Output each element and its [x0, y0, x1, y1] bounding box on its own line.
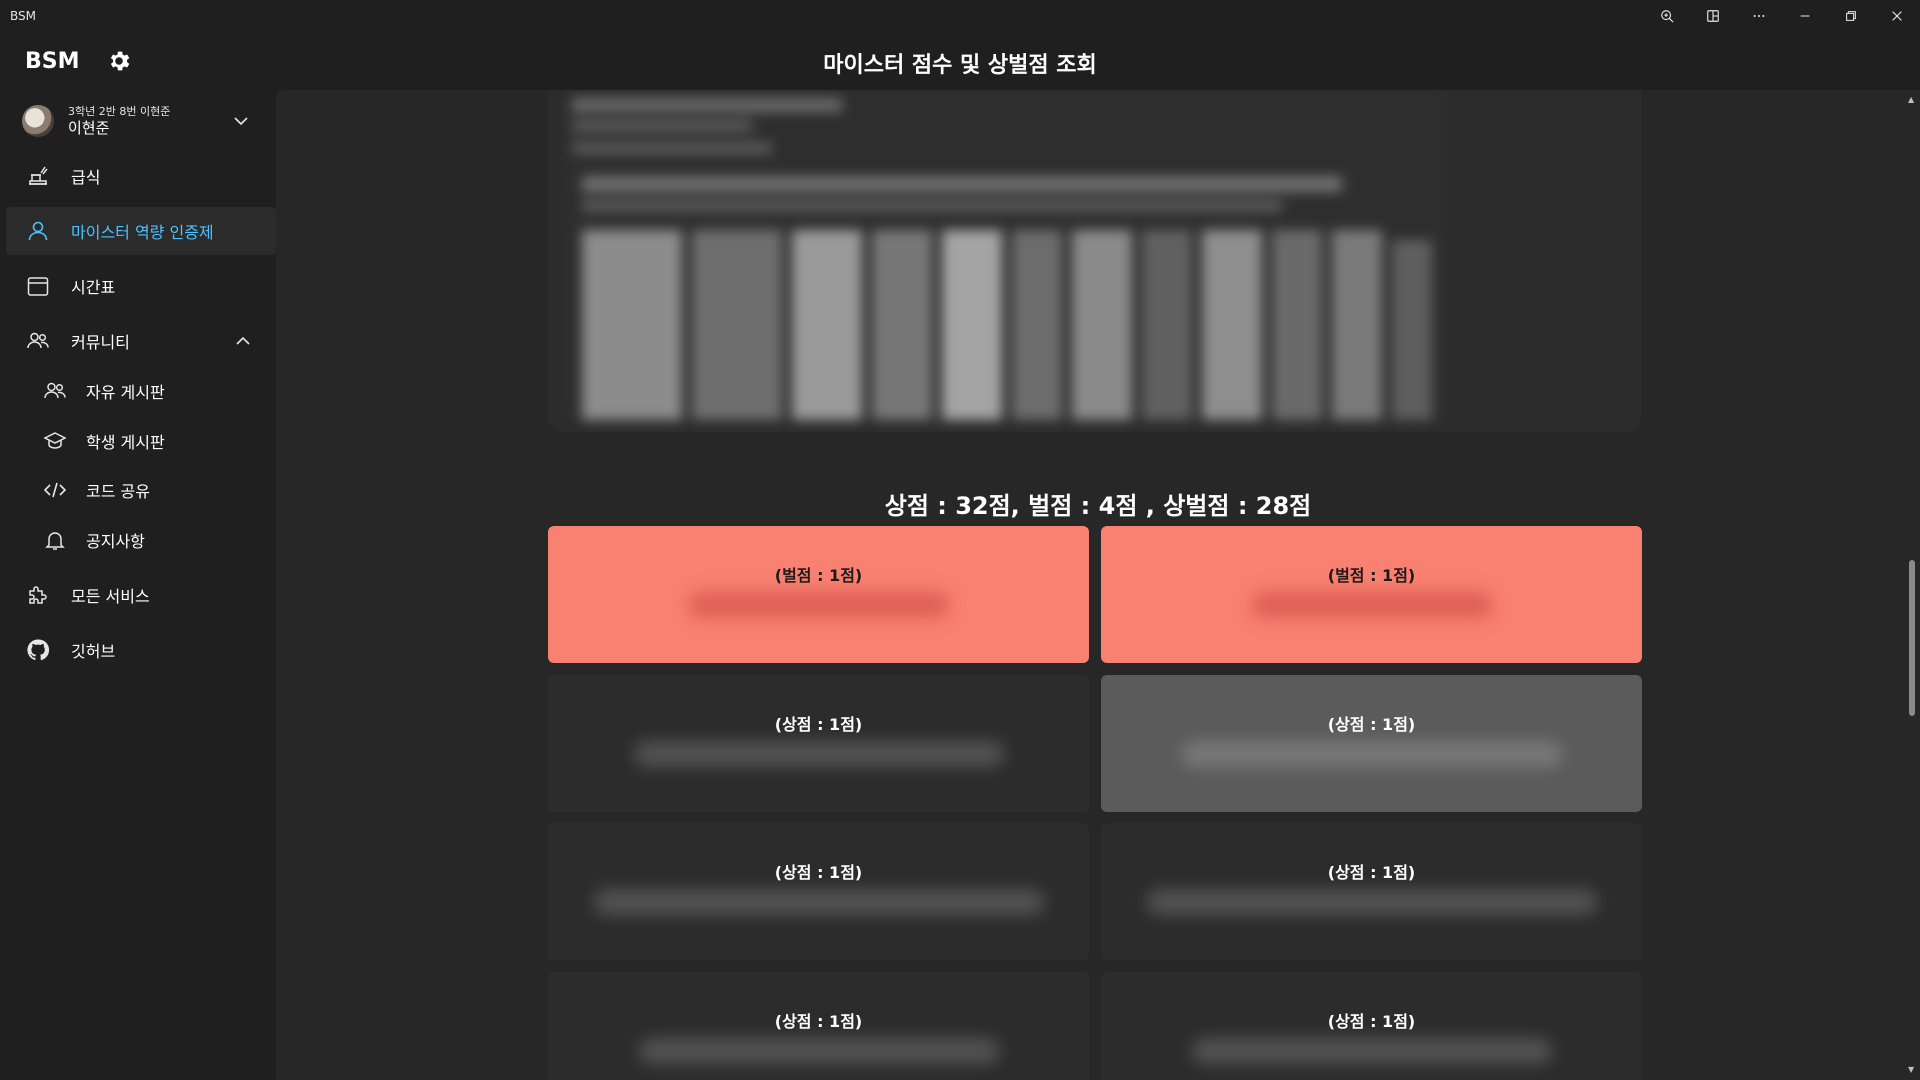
close-icon[interactable]	[1874, 0, 1920, 32]
point-card[interactable]: (벌점 : 1점)	[548, 526, 1089, 663]
point-card-title: (상점 : 1점)	[1327, 863, 1416, 882]
point-card[interactable]: (상점 : 1점)	[548, 972, 1089, 1080]
sidebar-item-label: 시간표	[71, 278, 116, 297]
restore-icon[interactable]	[1828, 0, 1874, 32]
point-card-title: (상점 : 1점)	[1327, 1012, 1416, 1031]
app-header: BSM 마이스터 점수 및 상벌점 조회	[0, 32, 1920, 90]
sidebar-item-label: 커뮤니티	[71, 333, 130, 352]
people-icon	[25, 328, 51, 354]
scroll-thumb[interactable]	[1909, 560, 1915, 716]
chevron-up-icon[interactable]	[234, 332, 252, 350]
point-card[interactable]: (상점 : 1점)	[1101, 972, 1642, 1080]
sidebar-item-timetable[interactable]: 시간표	[6, 262, 276, 310]
main-content: 상점 : 32점, 벌점 : 4점 , 상벌점 : 28점 (벌점 : 1점) …	[276, 90, 1920, 1080]
sidebar-item-free-board[interactable]: 자유 게시판	[6, 367, 276, 415]
profile-name: 이현준	[68, 119, 110, 137]
score-summary: 상점 : 32점, 벌점 : 4점 , 상벌점 : 28점	[884, 492, 1312, 520]
sidebar-item-meal[interactable]: 급식	[6, 152, 276, 200]
code-icon	[42, 477, 68, 503]
blurred-reason	[1146, 889, 1597, 915]
chevron-down-icon[interactable]	[232, 112, 250, 130]
people-icon	[42, 378, 68, 404]
point-card[interactable]: (상점 : 1점)	[548, 675, 1089, 812]
blurred-reason	[1181, 741, 1562, 767]
sidebar-item-label: 마이스터 역량 인증제	[71, 223, 214, 242]
vertical-scrollbar[interactable]: ▲ ▼	[1904, 90, 1920, 1080]
point-card-title: (상점 : 1점)	[774, 715, 863, 734]
person-icon	[25, 218, 51, 244]
point-card-title: (상점 : 1점)	[1327, 715, 1416, 734]
sidebar-item-label: 코드 공유	[86, 482, 150, 501]
sidebar-item-community[interactable]: 커뮤니티	[6, 317, 276, 365]
blurred-reason	[688, 592, 949, 618]
page-title: 마이스터 점수 및 상벌점 조회	[823, 53, 1097, 78]
window-titlebar: BSM	[0, 0, 1920, 32]
avatar	[22, 105, 54, 137]
blurred-reason	[638, 1038, 999, 1064]
sidebar-item-label: 공지사항	[86, 532, 145, 551]
point-card-title: (벌점 : 1점)	[1327, 566, 1416, 585]
window-title: BSM	[10, 9, 36, 23]
sidebar-item-label: 모든 서비스	[71, 587, 150, 606]
snap-icon[interactable]	[1690, 0, 1736, 32]
blurred-reason	[1191, 1038, 1552, 1064]
blurred-reason	[593, 889, 1044, 915]
profile-subtitle: 3학년 2반 8번 이현준	[68, 105, 171, 118]
calendar-icon	[25, 273, 51, 299]
blurred-reason	[633, 741, 1004, 767]
sidebar-item-github[interactable]: 깃허브	[6, 626, 276, 674]
point-card-title: (벌점 : 1점)	[774, 566, 863, 585]
more-icon[interactable]	[1736, 0, 1782, 32]
sidebar-item-notice[interactable]: 공지사항	[6, 516, 276, 564]
window-controls	[1644, 0, 1920, 32]
sidebar-item-student-board[interactable]: 학생 게시판	[6, 417, 276, 465]
sidebar-item-label: 학생 게시판	[86, 433, 165, 452]
scroll-up-arrow[interactable]: ▲	[1908, 96, 1916, 104]
zoom-icon[interactable]	[1644, 0, 1690, 32]
point-card[interactable]: (벌점 : 1점)	[1101, 526, 1642, 663]
sidebar-item-all-services[interactable]: 모든 서비스	[6, 571, 276, 619]
sidebar-item-label: 깃허브	[71, 642, 116, 661]
graduation-cap-icon	[42, 428, 68, 454]
blurred-reason	[1251, 592, 1492, 618]
sidebar: 3학년 2반 8번 이현준 이현준 급식 마이스터 역량 인증제 시간표 커뮤니…	[0, 90, 276, 1080]
sidebar-item-label: 급식	[71, 168, 101, 187]
scroll-down-arrow[interactable]: ▼	[1908, 1066, 1916, 1074]
sidebar-item-meister[interactable]: 마이스터 역량 인증제	[6, 207, 276, 255]
point-card[interactable]: (상점 : 1점)	[548, 823, 1089, 960]
sidebar-item-code-share[interactable]: 코드 공유	[6, 466, 276, 514]
user-profile[interactable]: 3학년 2반 8번 이현준 이현준	[6, 96, 270, 146]
point-card[interactable]: (상점 : 1점)	[1101, 675, 1642, 812]
bell-icon	[42, 527, 68, 553]
blurred-score-table	[562, 90, 1447, 420]
meister-score-card	[548, 90, 1641, 432]
point-card-title: (상점 : 1점)	[774, 1012, 863, 1031]
point-card-title: (상점 : 1점)	[774, 863, 863, 882]
sidebar-item-label: 자유 게시판	[86, 383, 165, 402]
minimize-icon[interactable]	[1782, 0, 1828, 32]
github-icon	[25, 637, 51, 663]
point-card[interactable]: (상점 : 1점)	[1101, 823, 1642, 960]
puzzle-icon	[25, 582, 51, 608]
meal-icon	[25, 163, 51, 189]
